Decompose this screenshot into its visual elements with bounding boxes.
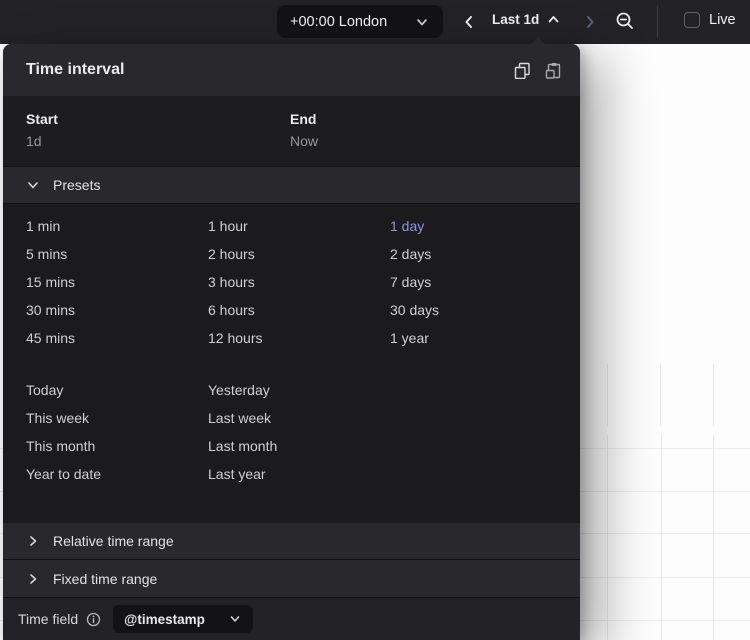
preset-item[interactable]: 15 mins: [26, 268, 208, 296]
previous-range-button[interactable]: [461, 14, 477, 30]
table-gridline: [607, 435, 608, 640]
zoom-out-icon[interactable]: [615, 11, 635, 31]
time-range-button[interactable]: Last 1d: [492, 12, 561, 27]
live-checkbox[interactable]: [684, 12, 700, 28]
top-bar: +00:00 London Last 1d Live: [0, 0, 750, 44]
start-value[interactable]: 1d: [26, 133, 290, 149]
preset-item[interactable]: 1 min: [26, 212, 208, 240]
preset-item[interactable]: Yesterday: [208, 376, 390, 404]
presets-label: Presets: [53, 177, 101, 193]
panel-header: Time interval: [3, 44, 580, 96]
relative-time-range-label: Relative time range: [53, 533, 174, 549]
chevron-down-icon: [230, 616, 240, 622]
preset-item[interactable]: 12 hours: [208, 324, 390, 352]
preset-item[interactable]: Last month: [208, 432, 390, 460]
end-value[interactable]: Now: [290, 133, 554, 149]
preset-item[interactable]: Last week: [208, 404, 390, 432]
chevron-right-icon: [587, 16, 594, 28]
preset-item[interactable]: 30 days: [390, 296, 550, 324]
preset-item[interactable]: 2 hours: [208, 240, 390, 268]
chevron-right-icon: [30, 536, 37, 546]
preset-item[interactable]: Last year: [208, 460, 390, 488]
preset-item[interactable]: 3 hours: [208, 268, 390, 296]
preset-item-selected[interactable]: 1 day: [390, 212, 550, 240]
chevron-left-icon: [465, 16, 472, 28]
fixed-time-range-accordion[interactable]: Fixed time range: [3, 560, 580, 597]
time-field-value: @timestamp: [124, 611, 205, 627]
screen: Language syntax 12:00 13:00 14:00 +: [0, 0, 750, 640]
preset-item[interactable]: 6 hours: [208, 296, 390, 324]
preset-item[interactable]: 1 year: [390, 324, 550, 352]
preset-grid-calendar: Today Yesterday This week Last week This…: [26, 376, 390, 488]
presets-accordion-header[interactable]: Presets: [3, 166, 580, 204]
preset-item[interactable]: 45 mins: [26, 324, 208, 352]
preset-item[interactable]: 7 days: [390, 268, 550, 296]
info-icon[interactable]: [86, 612, 101, 627]
time-field-row: Time field @timestamp: [3, 597, 580, 640]
preset-item[interactable]: Year to date: [26, 460, 208, 488]
preset-item[interactable]: This month: [26, 432, 208, 460]
toolbar-divider: [657, 6, 658, 38]
start-label: Start: [26, 111, 58, 127]
time-field-label: Time field: [18, 611, 79, 627]
chart-gridline: [607, 364, 608, 426]
chevron-up-icon: [548, 16, 559, 23]
live-label: Live: [709, 12, 736, 28]
chart-gridline: [660, 364, 661, 426]
timezone-dropdown[interactable]: +00:00 London: [277, 5, 443, 38]
copy-icon[interactable]: [513, 61, 531, 79]
start-end-section: Start 1d End Now: [3, 96, 580, 166]
time-range-label: Last 1d: [492, 12, 540, 27]
live-toggle[interactable]: Live: [684, 12, 736, 28]
preset-item[interactable]: 1 hour: [208, 212, 390, 240]
preset-grid-durations: 1 min 1 hour 1 day 5 mins 2 hours 2 days…: [26, 212, 550, 352]
table-gridline: [713, 435, 714, 640]
panel-pointer-notch: [531, 37, 545, 44]
time-interval-panel: Time interval Start 1d End Now Presets 1…: [3, 37, 580, 640]
paste-icon[interactable]: [544, 61, 562, 79]
table-gridline: [661, 435, 662, 640]
preset-item[interactable]: Today: [26, 376, 208, 404]
preset-item[interactable]: 30 mins: [26, 296, 208, 324]
preset-item[interactable]: 2 days: [390, 240, 550, 268]
next-range-button[interactable]: [582, 14, 598, 30]
chevron-down-icon: [417, 18, 427, 25]
presets-body: 1 min 1 hour 1 day 5 mins 2 hours 2 days…: [3, 204, 580, 523]
preset-item[interactable]: This week: [26, 404, 208, 432]
chevron-down-icon: [28, 182, 38, 189]
panel-title: Time interval: [26, 61, 125, 78]
relative-time-range-accordion[interactable]: Relative time range: [3, 523, 580, 560]
timezone-label: +00:00 London: [290, 13, 388, 30]
chart-gridline: [713, 364, 714, 426]
end-label: End: [290, 111, 317, 127]
preset-item[interactable]: 5 mins: [26, 240, 208, 268]
time-field-dropdown[interactable]: @timestamp: [113, 605, 254, 633]
fixed-time-range-label: Fixed time range: [53, 570, 158, 587]
chevron-right-icon: [30, 573, 37, 584]
